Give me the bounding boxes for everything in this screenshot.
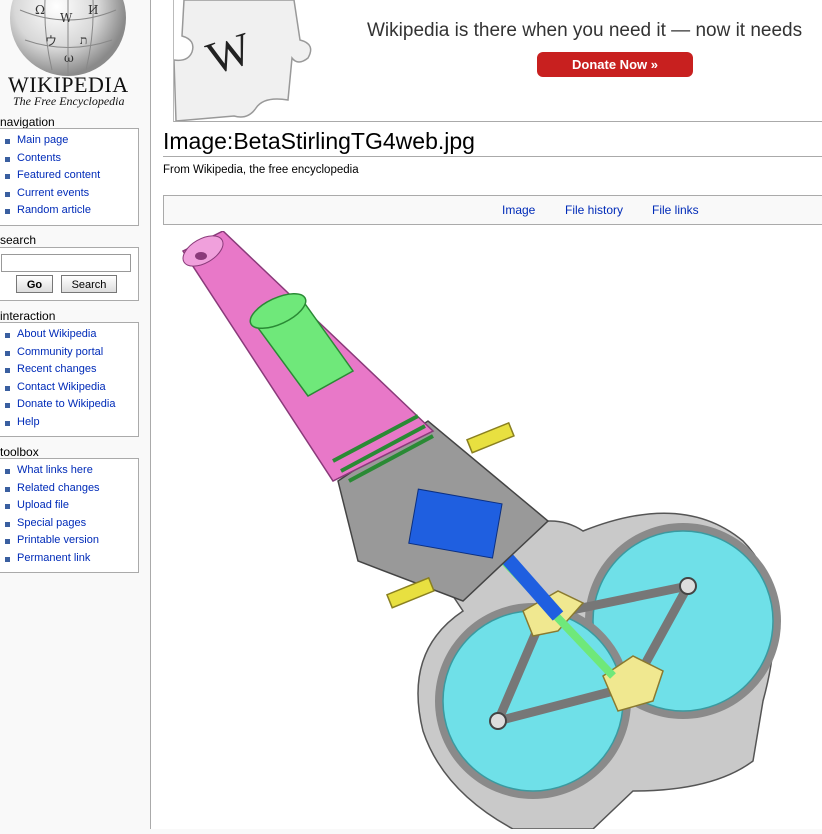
- tool-item-special-pages[interactable]: Special pages: [0, 515, 138, 533]
- donate-now-button[interactable]: Donate Now »: [537, 52, 693, 77]
- banner-message: Wikipedia is there when you need it — no…: [367, 20, 803, 41]
- search-heading: search: [0, 233, 37, 247]
- puzzle-piece-icon: W: [174, 0, 312, 121]
- tool-item-upload-file[interactable]: Upload file: [0, 497, 138, 515]
- navigation-portlet: Main page Contents Featured content Curr…: [0, 128, 139, 226]
- tool-item-related-changes[interactable]: Related changes: [0, 480, 138, 498]
- nav-item-recent-changes[interactable]: Recent changes: [0, 361, 138, 379]
- toolbox-portlet: What links here Related changes Upload f…: [0, 458, 139, 573]
- fundraising-banner: W Wikipedia is there when you need it — …: [173, 0, 822, 122]
- tool-item-printable-version[interactable]: Printable version: [0, 532, 138, 550]
- nav-item-main-page[interactable]: Main page: [0, 132, 138, 150]
- file-page-toc: Image File history File links: [163, 195, 822, 225]
- svg-text:И: И: [88, 3, 98, 17]
- toc-link-image[interactable]: Image: [502, 203, 535, 217]
- search-portlet: Go Search: [0, 247, 139, 301]
- nav-item-help[interactable]: Help: [0, 414, 138, 432]
- svg-text:ウ: ウ: [45, 34, 57, 48]
- svg-text:Ω: Ω: [35, 3, 45, 17]
- nav-item-featured-content[interactable]: Featured content: [0, 167, 138, 185]
- nav-item-contact-wikipedia[interactable]: Contact Wikipedia: [0, 379, 138, 397]
- go-button[interactable]: Go: [16, 275, 53, 293]
- nav-item-contents[interactable]: Contents: [0, 150, 138, 168]
- interaction-heading: interaction: [0, 309, 56, 323]
- toc-link-file-links[interactable]: File links: [652, 203, 699, 217]
- tool-item-what-links-here[interactable]: What links here: [0, 462, 138, 480]
- navigation-heading: navigation: [0, 115, 55, 129]
- stirling-engine-image[interactable]: [163, 230, 783, 830]
- nav-item-donate-to-wikipedia[interactable]: Donate to Wikipedia: [0, 396, 138, 414]
- svg-text:W: W: [60, 11, 73, 25]
- engine-illustration: [181, 230, 781, 830]
- logo-tagline: The Free Encyclopedia: [13, 94, 125, 108]
- site-subtitle: From Wikipedia, the free encyclopedia: [163, 164, 359, 176]
- tool-item-permanent-link[interactable]: Permanent link: [0, 550, 138, 568]
- search-input[interactable]: [1, 254, 131, 272]
- toolbox-heading: toolbox: [0, 445, 39, 459]
- content-area: W Wikipedia is there when you need it — …: [150, 0, 822, 830]
- nav-item-current-events[interactable]: Current events: [0, 185, 138, 203]
- nav-item-community-portal[interactable]: Community portal: [0, 344, 138, 362]
- nav-item-random-article[interactable]: Random article: [0, 202, 138, 220]
- nav-item-about-wikipedia[interactable]: About Wikipedia: [0, 326, 138, 344]
- search-button[interactable]: Search: [61, 275, 117, 293]
- wikipedia-logo[interactable]: ΩW Иウ תω WIKIPEDIA The Free Encyclopedia: [0, 0, 140, 113]
- svg-text:ω: ω: [64, 51, 74, 65]
- page-title: Image:BetaStirlingTG4web.jpg: [163, 127, 822, 157]
- svg-text:ת: ת: [80, 33, 87, 47]
- interaction-portlet: About Wikipedia Community portal Recent …: [0, 322, 139, 437]
- toc-link-file-history[interactable]: File history: [565, 203, 623, 217]
